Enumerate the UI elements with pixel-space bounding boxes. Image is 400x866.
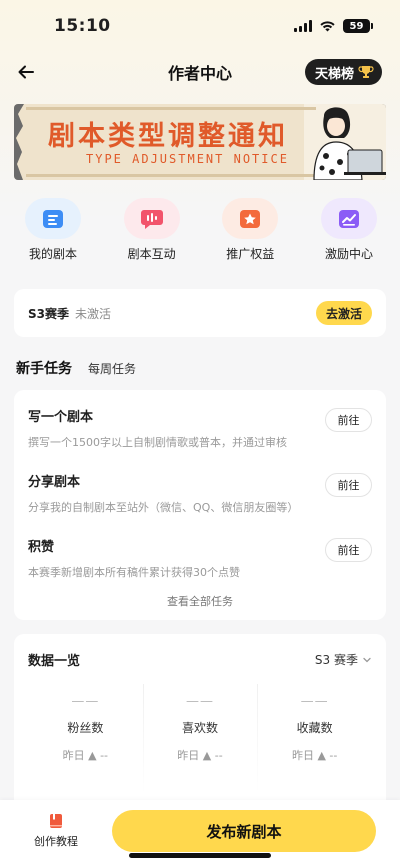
stat-yesterday: 昨日 ▲ --	[177, 749, 223, 762]
clock: 15:10	[54, 16, 111, 36]
signal-icon	[294, 20, 312, 32]
task-desc: 分享我的自制剧本至站外（微信、QQ、微信朋友圈等）	[28, 501, 299, 514]
quick-actions: 我的剧本 剧本互动 推广权益 激励中心	[0, 198, 400, 262]
data-overview-card: 数据一览 S3 赛季 —— 粉丝数 昨日 ▲ -- —— 喜欢数 昨日 ▲ --…	[14, 634, 386, 814]
stat-label: 喜欢数	[182, 721, 219, 735]
battery-icon: 59	[343, 19, 373, 33]
banner-title: 剧本类型调整通知	[48, 121, 288, 152]
leaderboard-label: 天梯榜	[314, 66, 354, 82]
tutorial-label: 创作教程	[34, 835, 78, 848]
stat-yesterday: 昨日 ▲ --	[62, 749, 109, 762]
stat-label: 粉丝数	[67, 721, 104, 735]
quick-promotion-benefits[interactable]: 推广权益	[213, 198, 287, 262]
quick-script-interaction-label: 剧本互动	[127, 247, 176, 261]
task-desc: 本赛季新增剧本所有稿件累计获得30个点赞	[28, 566, 240, 579]
task-name: 积赞	[28, 540, 55, 555]
status-icons: 59	[294, 19, 373, 33]
book-icon	[50, 814, 62, 828]
task-go-button[interactable]: 前往	[325, 408, 372, 432]
task-item: 写一个剧本 撰写一个1500字以上自制剧情歌或普本，并通过审核 前往	[28, 406, 372, 471]
tutorial-button[interactable]: 创作教程	[26, 812, 86, 849]
status-bar: 15:10 59	[0, 0, 400, 52]
quick-promotion-benefits-label: 推广权益	[226, 247, 275, 261]
wifi-icon	[320, 21, 335, 32]
page-title: 作者中心	[167, 64, 232, 83]
reading-girl-illustration	[313, 107, 386, 180]
season-card: S3赛季 未激活 去激活	[14, 289, 386, 337]
quick-my-scripts-label: 我的剧本	[28, 247, 77, 261]
task-name: 写一个剧本	[28, 410, 94, 425]
folder-icon	[25, 198, 81, 239]
stat-favorites: —— 收藏数 昨日 ▲ --	[257, 684, 372, 794]
publish-script-button[interactable]: 发布新剧本	[112, 810, 376, 852]
trend-chart-icon	[320, 198, 377, 239]
stat-value: ——	[71, 694, 100, 709]
task-tabs: 新手任务 每周任务	[16, 358, 136, 378]
task-item: 积赞 本赛季新增剧本所有稿件累计获得30个点赞 前往	[28, 536, 372, 601]
star-badge-icon	[222, 198, 279, 239]
stats-row: —— 粉丝数 昨日 ▲ -- —— 喜欢数 昨日 ▲ -- —— 收藏数 昨日 …	[28, 684, 372, 794]
season-select[interactable]: S3 赛季	[315, 651, 372, 668]
chevron-down-icon	[363, 657, 371, 662]
quick-incentive-center-label: 激励中心	[324, 247, 373, 261]
banner-subtitle: TYPE ADJUSTMENT NOTICE	[86, 152, 289, 166]
stat-likes: —— 喜欢数 昨日 ▲ --	[142, 684, 258, 794]
view-all-tasks-link[interactable]: 查看全部任务	[14, 593, 386, 609]
season-name: S3赛季	[28, 306, 69, 321]
stat-value: ——	[300, 694, 329, 709]
activate-button[interactable]: 去激活	[315, 301, 372, 325]
task-item: 分享剧本 分享我的自制剧本至站外（微信、QQ、微信朋友圈等） 前往	[28, 471, 372, 536]
data-overview-title: 数据一览	[28, 654, 81, 669]
stat-label: 收藏数	[296, 721, 333, 735]
quick-incentive-center[interactable]: 激励中心	[312, 198, 386, 262]
stat-fans: —— 粉丝数 昨日 ▲ --	[28, 684, 143, 794]
season-select-label: S3 赛季	[314, 653, 358, 667]
season-state: 未激活	[75, 306, 112, 321]
tab-newbie-tasks[interactable]: 新手任务	[16, 358, 72, 378]
chat-bubble-icon	[123, 198, 180, 239]
quick-script-interaction[interactable]: 剧本互动	[115, 198, 189, 262]
task-name: 分享剧本	[28, 475, 81, 490]
data-overview-header: 数据一览 S3 赛季	[28, 650, 372, 669]
notice-banner[interactable]: 剧本类型调整通知 TYPE ADJUSTMENT NOTICE	[14, 104, 386, 180]
stat-yesterday: 昨日 ▲ --	[291, 749, 338, 762]
back-arrow-icon[interactable]	[14, 60, 38, 84]
tab-weekly-tasks[interactable]: 每周任务	[88, 360, 136, 377]
task-list: 写一个剧本 撰写一个1500字以上自制剧情歌或普本，并通过审核 前往 分享剧本 …	[14, 390, 386, 620]
leaderboard-button[interactable]: 天梯榜	[304, 59, 382, 85]
task-go-button[interactable]: 前往	[325, 473, 372, 497]
nav-bar: 作者中心 天梯榜	[0, 52, 400, 92]
task-go-button[interactable]: 前往	[325, 538, 372, 562]
quick-my-scripts[interactable]: 我的剧本	[16, 198, 90, 262]
home-indicator	[129, 853, 271, 858]
task-desc: 撰写一个1500字以上自制剧情歌或普本，并通过审核	[28, 436, 287, 449]
stat-value: ——	[186, 694, 214, 709]
trophy-icon	[358, 66, 374, 78]
